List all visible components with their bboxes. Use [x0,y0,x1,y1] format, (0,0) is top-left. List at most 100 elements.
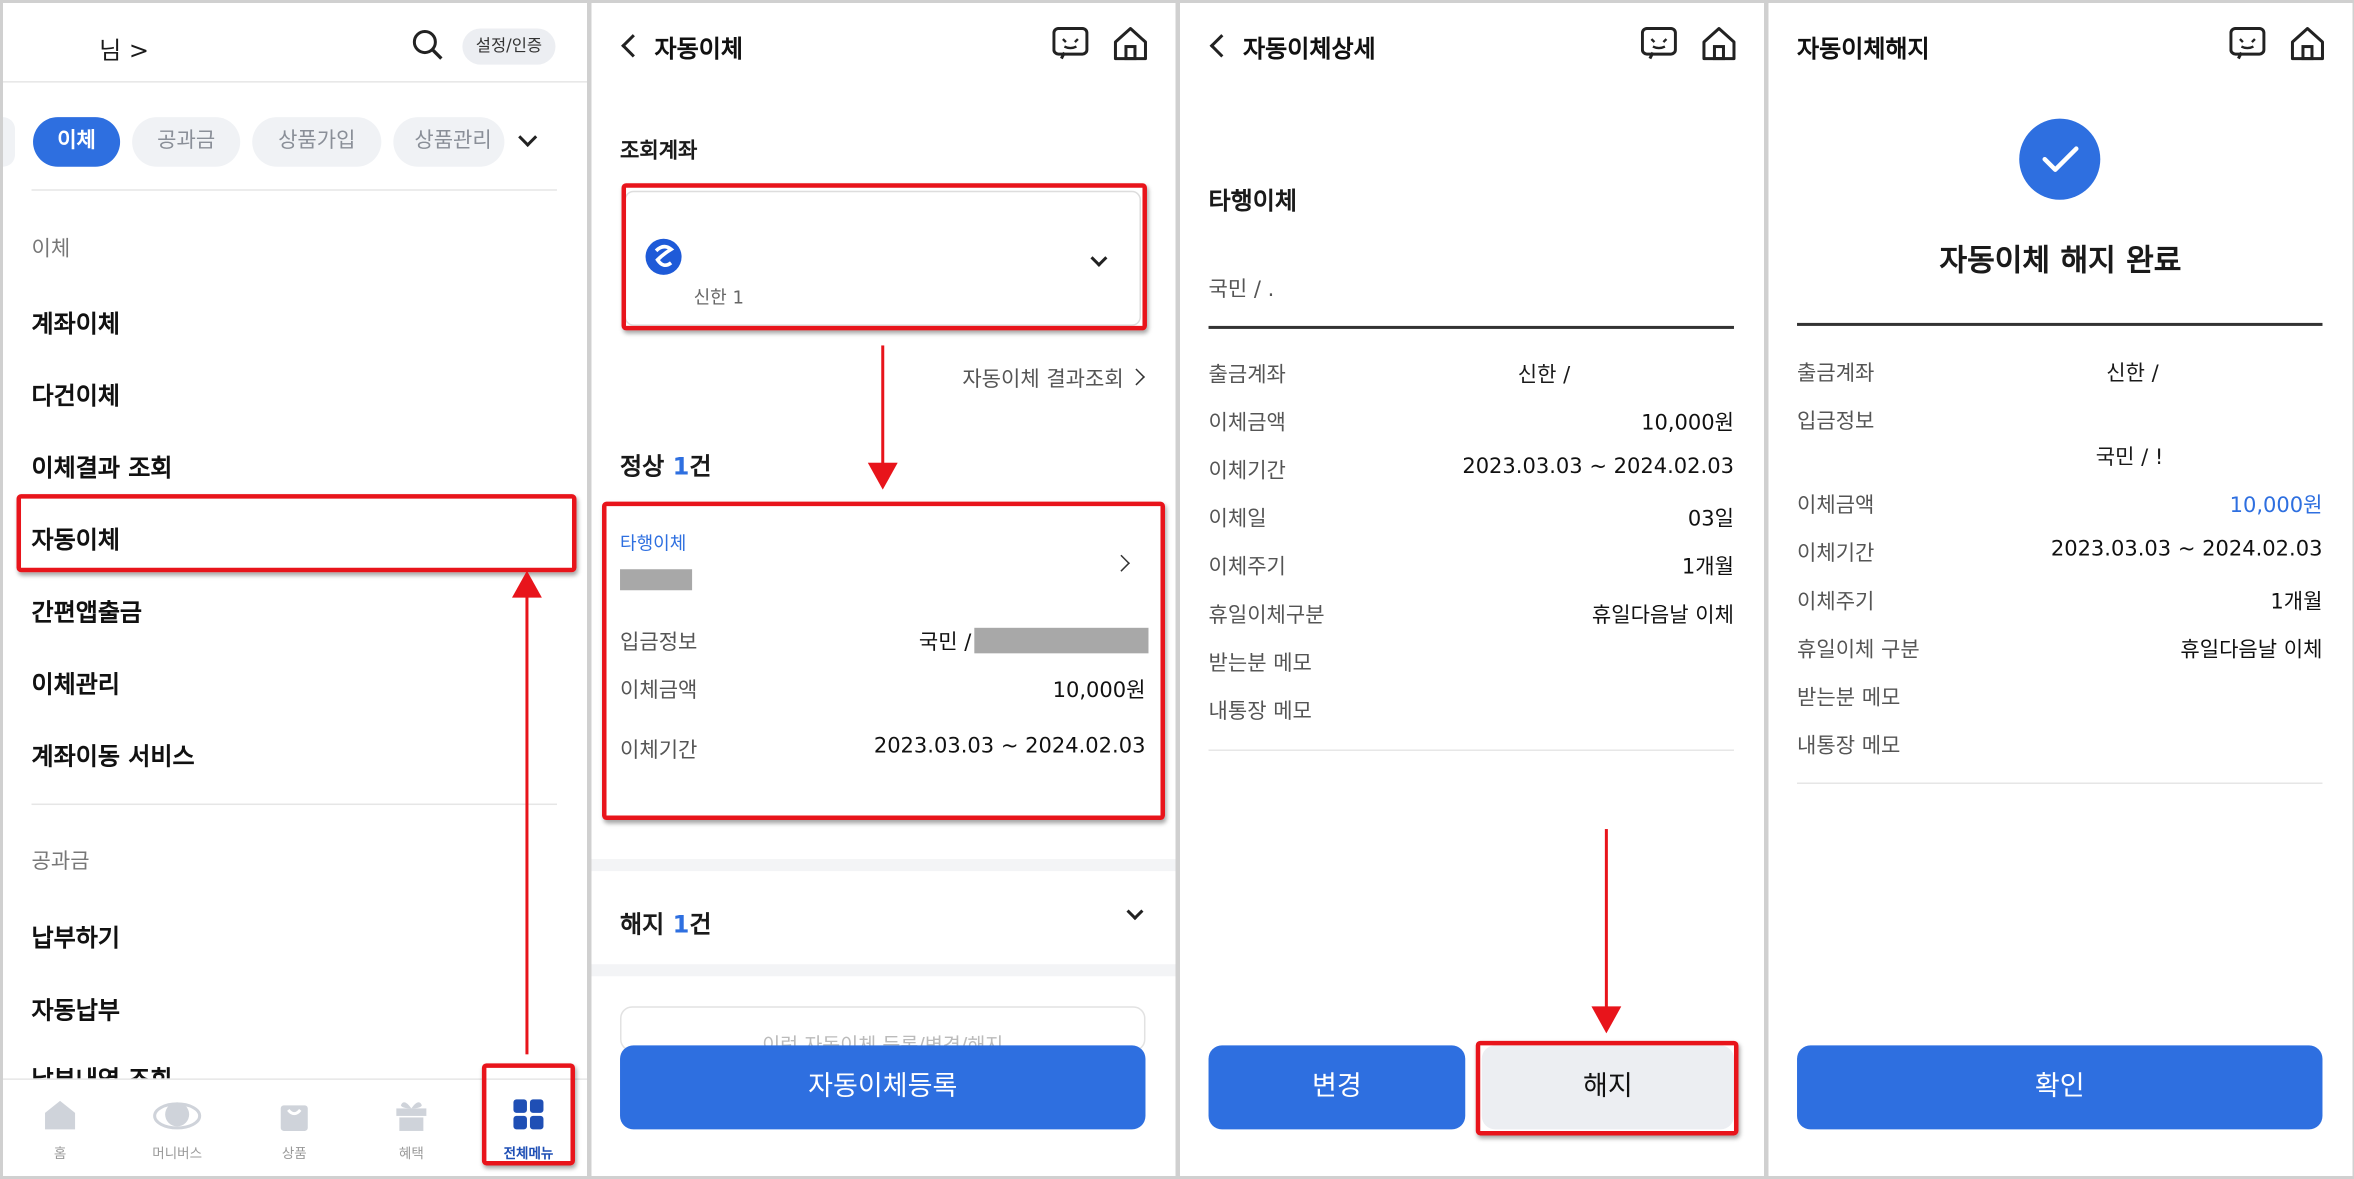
my-memo-label: 내통장 메모 [1208,699,1312,724]
chat-icon[interactable] [1052,27,1089,60]
section-bill: 공과금 [31,850,90,875]
chip-bill[interactable]: 공과금 [132,117,241,167]
chat-icon[interactable] [1640,27,1677,60]
page-title: 자동이체해지 [1797,34,1930,64]
menu-transfer-result[interactable]: 이체결과 조회 [32,448,173,484]
tab-home[interactable]: 홈 [12,1096,108,1162]
section-gap [591,859,1176,872]
divider [3,81,588,83]
period-value: 2023.03.03 ~ 2024.02.03 [2050,537,2323,562]
normal-suffix: 건 [689,452,712,481]
check-circle-icon [2019,118,2101,200]
greeting-link[interactable]: 님 > [99,30,149,66]
withdraw-value: 신한 / [1517,363,1571,388]
menu-account-move[interactable]: 계좌이동 서비스 [32,736,195,772]
amount-value: 10,000원 [2229,494,2323,519]
divider [1208,749,1734,751]
section-title: 타행이체 [1208,186,1297,215]
holiday-value: 휴일다음날 이체 [1591,603,1734,628]
back-icon[interactable] [621,34,645,58]
change-button[interactable]: 변경 [1208,1045,1466,1130]
highlight-account [621,183,1147,331]
normal-prefix: 정상 [620,452,673,481]
deposit-label: 입금정보 [1797,410,1875,435]
cancel-count-number: 1 [672,910,690,939]
cycle-value: 1개월 [2270,590,2323,615]
menu-multi-transfer[interactable]: 다건이체 [32,375,120,411]
holiday-value: 휴일다음날 이체 [2180,638,2323,663]
search-icon[interactable] [411,29,444,62]
gift-icon [396,1102,427,1131]
divider [31,803,557,806]
auto-transfer-detail-screen: 자동이체상세 타행이체 국민 / . 출금계좌 신한 / 이체금액 10,000… [1180,3,1765,1176]
chip-expand-button[interactable] [504,117,553,167]
period-label: 이체기간 [1208,459,1286,484]
home-icon[interactable] [1701,26,1737,62]
cancel-suffix: 건 [689,910,712,939]
stage: 님 > 설정/인증 이체 공과금 상품가입 상품관리 이체 계좌이체 다건이체 … [0,0,2354,1179]
divider [1797,322,2323,326]
moneyverse-icon [153,1102,202,1130]
back-icon[interactable] [1209,34,1233,58]
withdraw-label: 출금계좌 [1208,363,1286,388]
period-label: 이체기간 [1797,542,1875,567]
cycle-label: 이체주기 [1208,555,1286,580]
arrow-down-head-icon [867,462,898,490]
tab-label: 혜택 [398,1147,424,1163]
amount-value: 10,000원 [1641,411,1734,436]
menu-transfer-manage[interactable]: 이체관리 [32,664,120,700]
tab-products[interactable]: 상품 [246,1096,342,1162]
arrow-up-line [525,591,529,1055]
page-title: 자동이체 [654,34,743,64]
transfer-day-value: 03일 [1687,507,1734,532]
amount-label: 이체금액 [1797,494,1875,519]
account-label: 조회계좌 [620,139,698,164]
tab-moneyverse[interactable]: 머니버스 [129,1096,225,1162]
menu-auto-pay[interactable]: 자동납부 [32,990,120,1026]
period-value: 2023.03.03 ~ 2024.02.03 [1462,455,1734,480]
receiver-memo-label: 받는분 메모 [1797,686,1901,711]
menu-screen: 님 > 설정/인증 이체 공과금 상품가입 상품관리 이체 계좌이체 다건이체 … [3,3,588,1176]
chevron-down-icon[interactable] [1126,903,1144,921]
arrow-up-head-icon [511,570,542,598]
settings-auth-button[interactable]: 설정/인증 [462,28,556,65]
normal-count: 정상 1건 [620,446,711,482]
chat-icon[interactable] [2229,27,2266,60]
page-title: 자동이체상세 [1243,34,1376,64]
shopping-bag-icon [280,1105,308,1131]
auto-transfer-screen: 자동이체 조회계좌 신한 1 자동이체 결과조회 정상 1건 타행이체 입금정보… [591,3,1176,1176]
cancel-count[interactable]: 해지 1건 [620,904,711,940]
home-icon [45,1100,76,1130]
register-auto-transfer-button[interactable]: 자동이체등록 [620,1045,1146,1130]
divider [1208,325,1734,329]
chip-partial[interactable] [3,117,16,167]
highlight-all-menu [481,1063,575,1166]
auto-transfer-cancel-screen: 자동이체해지 자동이체 해지 완료 출금계좌 신한 / 입금정보 국민 / ! … [1768,3,2353,1176]
menu-pay[interactable]: 납부하기 [32,918,120,954]
transfer-day-label: 이체일 [1208,507,1267,532]
chip-transfer[interactable]: 이체 [33,117,121,167]
chevron-down-icon [518,127,538,147]
home-icon[interactable] [2289,26,2325,62]
cycle-value: 1개월 [1681,555,1734,580]
withdraw-value: 신한 / [2106,361,2159,386]
section-transfer: 이체 [31,237,71,262]
holiday-label: 휴일이체구분 [1208,603,1325,628]
home-icon[interactable] [1112,26,1148,62]
chevron-right-icon [1127,368,1145,386]
menu-account-transfer[interactable]: 계좌이체 [32,303,120,339]
withdraw-label: 출금계좌 [1797,361,1875,386]
deposit-value: 국민 / ! [2095,446,2164,471]
chip-product-join[interactable]: 상품가입 [252,117,382,167]
amount-label: 이체금액 [1208,411,1286,436]
holiday-label: 휴일이체 구분 [1797,638,1920,663]
auto-transfer-result-link[interactable]: 자동이체 결과조회 [962,363,1123,393]
tab-benefits[interactable]: 혜택 [363,1096,459,1162]
receiver-memo-label: 받는분 메모 [1208,651,1312,676]
menu-simple-app-withdraw[interactable]: 간편앱출금 [32,592,143,628]
arrow-down-line [1604,829,1608,1013]
chip-product-manage[interactable]: 상품관리 [393,117,505,167]
cancel-prefix: 해지 [620,910,673,939]
confirm-button[interactable]: 확인 [1797,1045,2323,1130]
highlight-cancel-button [1475,1040,1739,1136]
